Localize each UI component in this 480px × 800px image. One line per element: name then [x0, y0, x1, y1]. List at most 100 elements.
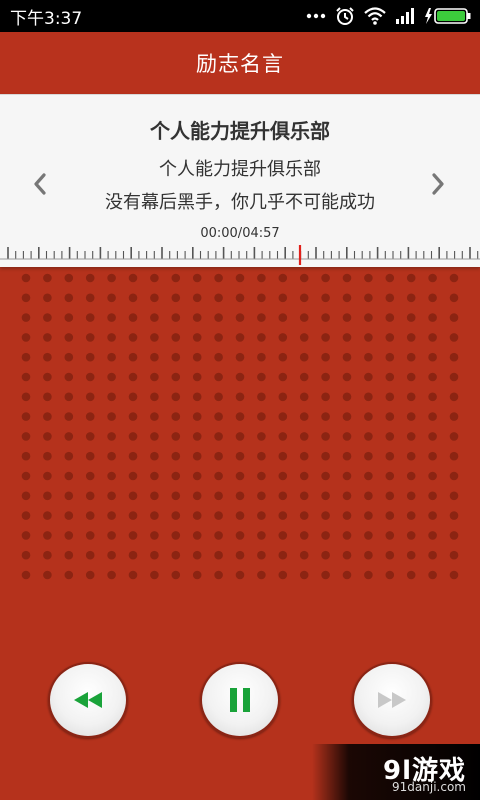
speaker-dot	[364, 333, 373, 342]
speaker-dot	[21, 293, 31, 303]
speaker-dot	[235, 511, 245, 520]
speaker-dot	[192, 432, 202, 441]
speaker-dot	[321, 293, 330, 303]
speaker-dot	[21, 412, 31, 421]
speaker-dot	[406, 372, 416, 382]
speaker-dot	[21, 511, 31, 520]
speaker-dot	[214, 293, 223, 303]
speaker-dot	[449, 570, 459, 580]
speaker-dot	[321, 432, 330, 441]
speaker-dot	[214, 531, 223, 540]
speaker-dot	[342, 313, 352, 322]
speaker-dot	[150, 570, 159, 580]
speaker-dot	[321, 550, 330, 560]
speaker-dot	[107, 531, 116, 540]
speaker-dot	[235, 451, 245, 461]
speaker-dot	[342, 451, 352, 461]
speaker-dot	[385, 293, 395, 303]
speaker-dot	[299, 412, 309, 421]
speaker-dot	[299, 273, 309, 283]
status-icons	[306, 6, 472, 26]
speaker-dot	[428, 471, 437, 481]
speaker-dot	[85, 570, 95, 580]
pause-button[interactable]	[200, 662, 280, 738]
speaker-dot	[385, 273, 395, 283]
signal-icon	[396, 8, 414, 24]
speaker-dot	[128, 451, 138, 461]
speaker-dot	[214, 511, 223, 520]
speaker-dot	[107, 570, 116, 580]
speaker-dot	[128, 372, 138, 382]
speaker-dot	[21, 392, 31, 402]
speaker-dot	[342, 352, 352, 362]
speaker-dot	[385, 392, 395, 402]
speaker-dot	[107, 451, 116, 461]
speaker-dot	[428, 333, 437, 342]
speaker-dot	[171, 352, 181, 362]
battery-charging-icon	[425, 8, 471, 24]
speaker-dot	[257, 333, 266, 342]
speaker-dot	[192, 293, 202, 303]
speaker-dot	[299, 511, 309, 520]
speaker-dot	[150, 412, 159, 421]
speaker-dot	[64, 273, 74, 283]
speaker-dot	[43, 313, 52, 322]
speaker-dot	[449, 333, 459, 342]
speaker-dot	[385, 471, 395, 481]
speaker-dot	[299, 392, 309, 402]
speaker-dot	[428, 491, 437, 501]
speaker-dot	[428, 273, 437, 283]
speaker-dot	[235, 352, 245, 362]
speaker-dot	[449, 293, 459, 303]
speaker-dot	[64, 531, 74, 540]
fast-forward-button[interactable]	[352, 662, 432, 738]
speaker-dot	[43, 570, 52, 580]
speaker-dot	[21, 570, 31, 580]
speaker-dot	[85, 352, 95, 362]
speaker-dot	[43, 432, 52, 441]
speaker-dot	[449, 550, 459, 560]
rewind-button[interactable]	[48, 662, 128, 738]
chevron-right-icon	[432, 173, 444, 195]
speaker-dot	[406, 451, 416, 461]
speaker-dot	[107, 273, 116, 283]
speaker-dot	[192, 570, 202, 580]
speaker-dot	[406, 432, 416, 441]
speaker-dot	[278, 570, 288, 580]
speaker-dot	[278, 313, 288, 322]
speaker-dot	[43, 392, 52, 402]
speaker-dot	[85, 432, 95, 441]
speaker-dot	[406, 352, 416, 362]
lyric-line-1: 个人能力提升俱乐部	[159, 159, 321, 180]
speaker-dot	[385, 352, 395, 362]
speaker-dot	[171, 471, 181, 481]
speaker-dot	[406, 412, 416, 421]
previous-track-button[interactable]	[28, 169, 52, 199]
speaker-dot	[449, 392, 459, 402]
speaker-dot	[406, 491, 416, 501]
speaker-dot	[85, 392, 95, 402]
speaker-dot	[21, 451, 31, 461]
speaker-dot	[385, 372, 395, 382]
speaker-dot	[342, 471, 352, 481]
speaker-dot	[299, 313, 309, 322]
speaker-dot	[192, 531, 202, 540]
speaker-dot	[278, 432, 288, 441]
speaker-dot	[278, 333, 288, 342]
next-track-button[interactable]	[426, 169, 450, 199]
speaker-dot	[257, 531, 266, 540]
speaker-grille	[21, 273, 459, 580]
speaker-dot	[171, 570, 181, 580]
progress-ruler[interactable]	[0, 245, 480, 267]
more-icon	[306, 13, 326, 19]
speaker-dot	[192, 412, 202, 421]
speaker-dot	[385, 531, 395, 540]
speaker-dot	[214, 570, 223, 580]
speaker-dot	[385, 491, 395, 501]
speaker-dot	[385, 333, 395, 342]
speaker-dot	[85, 550, 95, 560]
speaker-dot	[449, 471, 459, 481]
speaker-dot	[364, 392, 373, 402]
speaker-dot	[321, 273, 330, 283]
speaker-dot	[85, 471, 95, 481]
